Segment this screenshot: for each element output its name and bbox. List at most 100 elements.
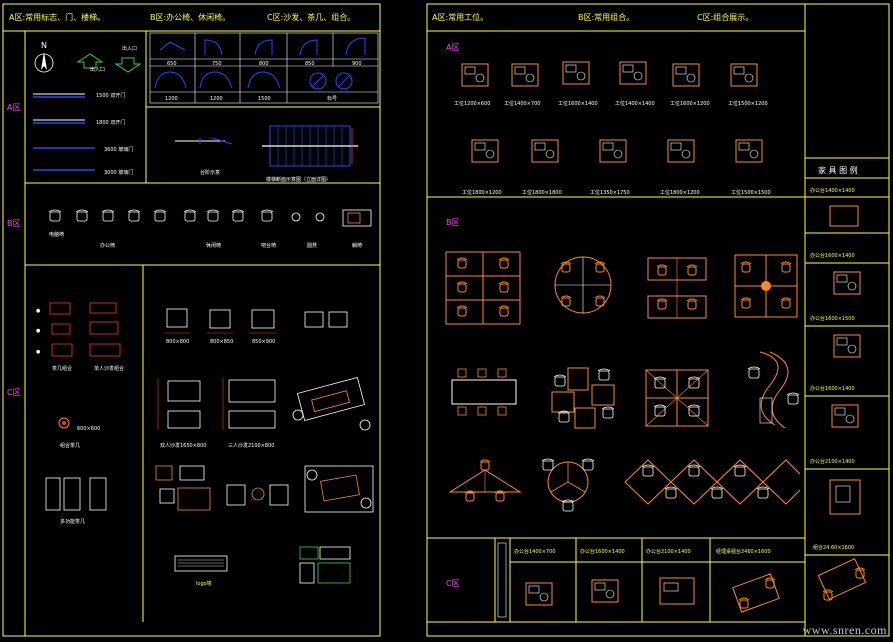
ws-row1-label-1: 工位1400×700 (504, 100, 540, 107)
bottom-label-1: 办公台1600×1400 (580, 548, 625, 555)
legend-item-3: 办公台1600×1400 (810, 385, 855, 392)
steps-drawing: 台阶示意 (175, 137, 233, 176)
workstation-icon (667, 139, 695, 163)
sofa-combo-1 (292, 376, 371, 431)
workstation-icon (672, 63, 700, 87)
cad-drawing-canvas: A区:常用标志、门、楼梯。 B区:办公椅、休闲椅。 C区:沙发、茶几、组合。 A… (2, 3, 890, 637)
chair-label-4: 圆凳 (307, 242, 317, 249)
tri-round-cluster (541, 458, 595, 512)
workstation-icon (531, 139, 559, 163)
arrow-label-in: 出入口 (90, 66, 105, 73)
workstation-icon (732, 573, 780, 613)
door-plan-3000: 3000 玻璃门 (33, 169, 133, 176)
table-label-2: 600×600 (77, 426, 100, 432)
ws-row2-label-0: 工位1800×1200 (462, 189, 502, 196)
sofa-size-0: 800×800 (166, 339, 189, 345)
chair-icon (206, 209, 220, 222)
svg-text:●: ● (36, 328, 41, 334)
right-header-c: C区:组合展示。 (697, 12, 753, 22)
chair-label-2: 休闲椅 (206, 242, 221, 249)
arrow-label-out: 出入口 (122, 45, 137, 52)
door-plan-3600: 3600 玻璃门 (33, 146, 133, 153)
table-label-4: 多功能茶几 (60, 518, 85, 525)
legend-item-0: 办公台1400×1400 (810, 187, 855, 194)
door-plan-1800: 1800 双开门 (33, 119, 125, 126)
chair-icon (291, 212, 301, 222)
stair-section-drawing: 楼梯断面示意图（立面详图） (262, 125, 358, 183)
round-cluster (554, 256, 612, 314)
chair-row: 电脑椅 办公椅 休闲椅 吧台椅 圆凳 躺椅 (48, 209, 372, 249)
legend-item-4: 办公台2100×1400 (810, 458, 855, 465)
door-plan-label-1: 1500 双开门 (96, 92, 125, 99)
sofa-label-0: 双人沙发1650×800 (160, 442, 206, 449)
sofa-groups: 800×800 800×850 850×900 双人沙发1650×800 三人沙… (155, 308, 374, 587)
left-zone-letter-c: C区 (7, 388, 21, 397)
door-swing-750: 750 (212, 61, 222, 67)
bottom-strip: 办公台1400×700 办公台1600×1400 办公台2100×1400 经理… (497, 538, 805, 622)
meeting-table (451, 368, 517, 416)
chair-label-3: 吧台椅 (261, 242, 276, 249)
door-swing-850: 850 (305, 61, 315, 67)
door-swing-1200b: 1200 (210, 96, 223, 102)
legend-icon (833, 334, 861, 358)
ws-row1-label-4: 工位1600×1200 (670, 100, 710, 107)
left-zone-letter-b: B区 (7, 219, 21, 228)
right-zone-letter-c: C区 (446, 579, 460, 588)
stair-section-label: 楼梯断面示意图（立面详图） (266, 176, 331, 183)
workstation-icon (471, 139, 499, 163)
right-header-a: A区:常用工位。 (432, 12, 488, 22)
chair-icon (183, 209, 197, 222)
workstation-icon (599, 139, 627, 163)
door-swing-800: 800 (259, 61, 269, 67)
legend-item-5: 组合24.60×1600 (813, 544, 854, 551)
chair-icon (101, 209, 115, 222)
door-plan-label-3: 3600 玻璃门 (104, 146, 133, 153)
door-swing-650: 650 (167, 61, 177, 67)
chair-icon (153, 209, 167, 222)
chair-label-0: 电脑椅 (49, 231, 64, 238)
workstation-icon (562, 61, 590, 85)
table-groups: ● ● ● 茶几组合 单人沙发组合 600×600 组合茶几 多功能茶几 (36, 302, 124, 525)
right-zone-letter-a: A区 (446, 43, 459, 52)
svg-text:●: ● (36, 349, 41, 355)
legend-icon (817, 558, 867, 601)
legend-title: 家 具 图 例 (818, 165, 858, 175)
ws-row2-label-2: 工位1350×1750 (590, 189, 630, 196)
display-cabinets (299, 546, 351, 584)
ws-row2-label-1: 工位1800×1800 (522, 189, 562, 196)
chair-icon (48, 209, 62, 222)
wave-cluster (747, 351, 800, 429)
table-label-1: 单人沙发组合 (94, 365, 124, 372)
ws-row2-label-4: 工位1500×1500 (731, 189, 771, 196)
workstation-row-2: 工位1800×1200 工位1800×1800 工位1350×1750 工位18… (462, 139, 771, 196)
chair-label-5: 躺椅 (352, 242, 362, 249)
door-swing-grid: 650 750 800 850 900 1200 1200 1500 标号 (149, 32, 379, 104)
chair-icon (260, 209, 274, 222)
ws-row1-label-3: 工位1400×1400 (615, 100, 655, 107)
chair-label-1: 办公椅 (100, 242, 115, 249)
triangle-cluster (448, 459, 522, 502)
compass-icon: N (34, 41, 54, 73)
chair-icon (127, 209, 141, 222)
face-to-face-cluster (647, 257, 707, 319)
legend-icon (833, 271, 861, 295)
legend-item-2: 办公台1600×1500 (810, 315, 855, 322)
workstation-icon (730, 63, 758, 87)
chair-icon (75, 209, 89, 222)
sofa-size-1: 800×850 (210, 339, 233, 345)
workstation-icon (619, 61, 647, 85)
door-plan-1500: 1500 双开门 (33, 92, 125, 99)
workstation-icon (525, 582, 553, 606)
sofa-combo-2 (304, 465, 374, 513)
compass-label: N (41, 41, 47, 50)
table-label-0: 茶几组合 (52, 365, 72, 372)
zigzag-cluster (624, 459, 801, 505)
left-header-b: B区:办公椅、休闲椅。 (150, 12, 230, 22)
desk-cluster-1 (445, 251, 521, 325)
ws-row1-label-0: 工位1200×600 (454, 100, 490, 107)
chair-icon (315, 212, 325, 222)
sofa-label-1: 三人沙发2100×800 (228, 442, 274, 449)
watermark: www.snren.com (802, 623, 887, 637)
ws-row1-label-5: 工位1500×1200 (728, 100, 768, 107)
steps-label: 台阶示意 (200, 169, 220, 176)
